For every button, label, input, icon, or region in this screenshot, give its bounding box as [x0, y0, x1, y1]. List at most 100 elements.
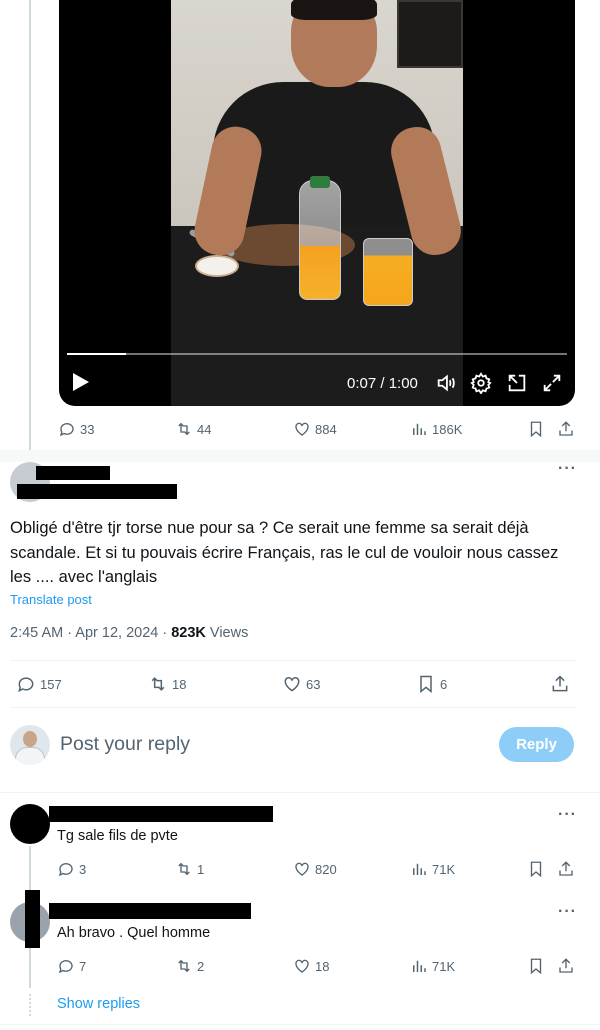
fullscreen-icon[interactable] [541, 372, 563, 394]
parent-share-button[interactable] [557, 420, 575, 438]
redacted-username [17, 484, 177, 499]
repost-count: 1 [197, 861, 205, 877]
reply-icon [18, 677, 34, 693]
bookmark-button[interactable]: 6 [416, 674, 447, 694]
avatar-shirt [15, 747, 45, 765]
more-options-icon[interactable]: ··· [558, 460, 577, 478]
post-meta: 2:45 AM · Apr 12, 2024 · 823K Views [10, 625, 248, 641]
share-icon [552, 675, 568, 692]
divider [10, 707, 576, 708]
juice-bottle [299, 180, 341, 300]
heart-icon [295, 422, 309, 436]
reply-text: Tg sale fils de pvte [57, 828, 178, 844]
reply-avatar[interactable] [10, 804, 50, 844]
bookmark-icon [530, 421, 542, 438]
translate-post-link[interactable]: Translate post [10, 592, 92, 607]
reply-text: Ah bravo . Quel homme [57, 925, 211, 941]
repost-icon [151, 677, 165, 691]
share-button[interactable] [550, 674, 570, 694]
thread-connector [29, 0, 31, 450]
video-frame [171, 0, 466, 406]
avatar-face [23, 731, 37, 747]
reply-submit-button[interactable]: Reply [499, 727, 574, 762]
reply-thread-connector [29, 948, 31, 988]
video-progress-bar[interactable] [67, 353, 567, 355]
redacted-display-name [36, 466, 110, 480]
divider [10, 660, 576, 661]
collapsed-thread-indicator [29, 994, 31, 1016]
share-icon [559, 958, 573, 973]
video-time: 0:07 / 1:00 [347, 375, 418, 392]
post-timestamp[interactable]: 2:45 AM · Apr 12, 2024 · [10, 625, 171, 641]
reply-share-button[interactable] [557, 860, 575, 878]
repost-icon [178, 862, 190, 876]
views-count: 186K [432, 421, 463, 437]
reply-count: 33 [80, 421, 95, 437]
parent-views-button[interactable]: 186K [410, 420, 462, 438]
like-button[interactable]: 63 [282, 674, 320, 694]
redacted-reply-username [49, 903, 251, 919]
reply-reply-button[interactable]: 7 [57, 957, 86, 975]
divider [0, 792, 600, 793]
parent-reply-button[interactable]: 33 [58, 420, 94, 438]
reply-count: 3 [79, 861, 87, 877]
settings-icon[interactable] [470, 372, 492, 395]
views-icon [413, 423, 426, 435]
video-player[interactable]: 0:07 / 1:00 [59, 0, 575, 406]
reply-repost-button[interactable]: 2 [175, 957, 204, 975]
heart-icon [295, 959, 309, 973]
wall-picture [397, 0, 463, 68]
show-replies-link[interactable]: Show replies [57, 996, 140, 1012]
reply-repost-button[interactable]: 1 [175, 860, 204, 878]
share-icon [559, 861, 573, 876]
like-count: 884 [315, 421, 337, 437]
views-icon [413, 960, 426, 972]
reply-views-button[interactable]: 71K [410, 860, 455, 878]
like-count: 63 [306, 676, 321, 692]
more-options-icon[interactable]: ··· [558, 806, 577, 824]
bookmark-count: 6 [440, 676, 448, 692]
repost-icon [178, 959, 190, 973]
reply-bookmark-button[interactable] [527, 860, 545, 878]
parent-repost-button[interactable]: 44 [175, 420, 211, 438]
like-count: 18 [315, 958, 330, 974]
repost-count: 44 [197, 421, 212, 437]
section-divider [0, 450, 600, 462]
pip-icon[interactable] [506, 372, 528, 394]
volume-icon[interactable] [435, 372, 457, 394]
reply-like-button[interactable]: 820 [293, 860, 337, 878]
parent-bookmark-button[interactable] [527, 420, 545, 438]
reply-share-button[interactable] [557, 957, 575, 975]
jar-lid [195, 255, 239, 277]
reply-icon [59, 423, 74, 437]
repost-count: 2 [197, 958, 205, 974]
like-count: 820 [315, 861, 337, 877]
reply-count: 7 [79, 958, 87, 974]
juice-jar [363, 238, 413, 306]
play-icon[interactable] [73, 373, 89, 391]
my-avatar[interactable] [10, 725, 50, 765]
more-options-icon[interactable]: ··· [558, 903, 577, 921]
repost-count: 18 [172, 676, 187, 692]
reply-input[interactable]: Post your reply [60, 733, 190, 756]
reply-views-button[interactable]: 71K [410, 957, 455, 975]
share-icon [559, 421, 573, 436]
views-label: Views [205, 625, 249, 641]
bookmark-icon [530, 958, 542, 975]
reply-reply-button[interactable]: 3 [57, 860, 86, 878]
bookmark-icon [420, 675, 432, 694]
reply-bookmark-button[interactable] [527, 957, 545, 975]
video-progress-fill [67, 353, 126, 355]
repost-button[interactable]: 18 [148, 674, 186, 694]
person-hair [291, 0, 377, 20]
bookmark-icon [530, 861, 542, 878]
reply-icon [58, 863, 73, 877]
redaction-bar [25, 890, 40, 948]
views-count: 823K [171, 625, 206, 641]
reply-button[interactable]: 157 [16, 674, 62, 694]
reply-count: 157 [40, 676, 62, 692]
post-text: Obligé d'être tjr torse nue pour sa ? Ce… [10, 519, 559, 586]
reply-like-button[interactable]: 18 [293, 957, 329, 975]
parent-like-button[interactable]: 884 [293, 420, 337, 438]
views-count: 71K [432, 958, 456, 974]
